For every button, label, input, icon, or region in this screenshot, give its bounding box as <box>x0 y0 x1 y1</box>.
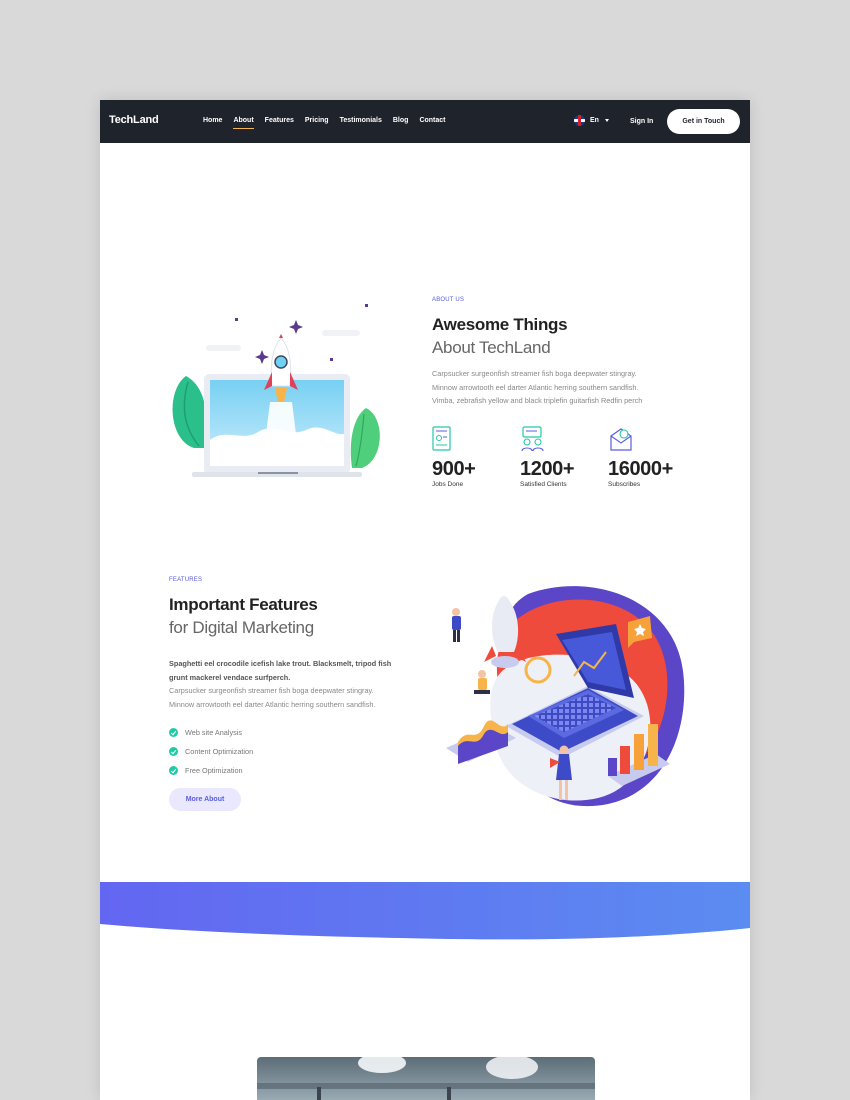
check-icon <box>169 766 178 775</box>
page: TechLand Home About Features Pricing Tes… <box>100 100 750 1100</box>
stat-label: Subscribes <box>608 481 641 488</box>
about-line-1: Carpsucker surgeonfish streamer fish bog… <box>432 369 637 378</box>
navbar: TechLand Home About Features Pricing Tes… <box>100 100 750 143</box>
stat-value: 900+ <box>432 458 476 480</box>
about-subtitle: About TechLand <box>432 338 551 357</box>
stat-label: Jobs Done <box>432 481 464 488</box>
features-lead-2: grunt mackerel vendace surfperch. <box>169 672 291 682</box>
nav-item-testimonials[interactable]: Testimonials <box>340 117 382 128</box>
features-eyebrow: FEATURES <box>169 577 203 583</box>
main-menu: Home About Features Pricing Testimonials… <box>203 117 446 129</box>
stat-value: 1200+ <box>520 458 575 480</box>
more-about-button[interactable]: More About <box>169 788 241 811</box>
check-item-website-analysis: Web site Analysis <box>169 723 253 742</box>
features-line-1: Carpsucker surgeonfish streamer fish bog… <box>169 686 374 695</box>
stat-satisfied-clients: 1200+ Satisfied Clients <box>520 458 575 488</box>
ceiling-lights-graphic <box>257 1057 595 1100</box>
stat-subscribes: 16000+ Subscribes <box>608 459 673 488</box>
office-photo <box>257 1057 595 1100</box>
about-line-2: Minnow arrowtooth eel darter Atlantic he… <box>432 382 639 392</box>
rocket-laptop-illustration <box>172 304 380 477</box>
about-title: Awesome Things <box>432 315 568 334</box>
logo[interactable]: TechLand <box>109 114 159 126</box>
stat-value: 16000+ <box>608 458 673 480</box>
wave-banner <box>100 882 750 940</box>
mail-icon <box>610 428 632 451</box>
language-selector[interactable]: En <box>574 115 609 126</box>
features-checklist: Web site Analysis Content Optimization F… <box>169 723 253 780</box>
sign-in-link[interactable]: Sign In <box>630 118 653 125</box>
get-in-touch-button[interactable]: Get in Touch <box>667 109 740 134</box>
check-icon <box>169 747 178 756</box>
chevron-down-icon <box>604 119 609 122</box>
features-title: Important Features <box>169 595 318 614</box>
features-subtitle: for Digital Marketing <box>169 618 314 637</box>
about-eyebrow: ABOUT US <box>432 297 465 303</box>
stat-jobs-done: 900+ Jobs Done <box>432 458 476 488</box>
check-icon <box>169 728 178 737</box>
about-line-3: Vimba, zebrafish yellow and black triple… <box>432 396 643 405</box>
check-item-content-optimization: Content Optimization <box>169 742 253 761</box>
language-label: En <box>590 117 599 124</box>
nav-item-blog[interactable]: Blog <box>393 117 409 128</box>
features-line-2: Minnow arrowtooth eel darter Atlantic he… <box>169 699 376 709</box>
document-chart-icon <box>432 426 451 451</box>
clients-icon <box>521 426 544 452</box>
digital-marketing-illustration <box>446 586 685 807</box>
stat-label: Satisfied Clients <box>520 481 567 488</box>
nav-item-contact[interactable]: Contact <box>419 117 445 128</box>
about-description: Carpsucker surgeonfish streamer fish bog… <box>432 367 702 408</box>
nav-item-home[interactable]: Home <box>203 117 222 128</box>
features-description: Spaghetti eel crocodile icefish lake tro… <box>169 657 429 711</box>
check-item-free-optimization: Free Optimization <box>169 761 253 780</box>
nav-item-about[interactable]: About <box>233 117 254 129</box>
nav-item-features[interactable]: Features <box>265 117 294 128</box>
nav-item-pricing[interactable]: Pricing <box>305 117 329 128</box>
features-lead-1: Spaghetti eel crocodile icefish lake tro… <box>169 659 392 668</box>
uk-flag-icon <box>574 115 585 126</box>
